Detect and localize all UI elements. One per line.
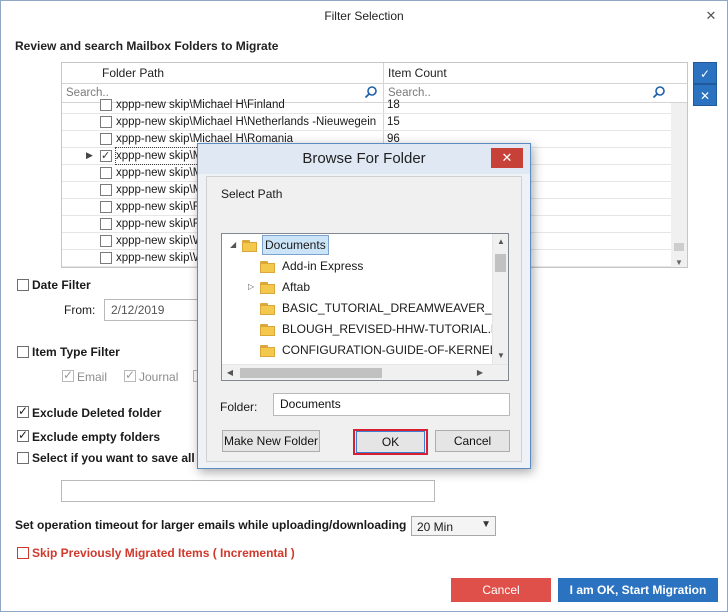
tree-item-label: CONFIGURATION-GUIDE-OF-KERNELM: [282, 343, 507, 357]
item-count-cell: 15: [387, 116, 400, 128]
date-filter-checkbox[interactable]: [17, 279, 29, 291]
column-header-folder-path[interactable]: Folder Path: [102, 63, 164, 83]
folder-icon: [242, 239, 257, 252]
item-count-cell: 18: [387, 99, 400, 111]
row-checkbox[interactable]: [100, 252, 112, 264]
scroll-left-arrow-icon[interactable]: ◀: [222, 365, 238, 380]
grid-scrollbar-thumb[interactable]: [674, 243, 684, 251]
collapse-arrow-icon[interactable]: ◢: [230, 240, 238, 250]
deselect-all-button[interactable]: ✕: [693, 84, 717, 106]
folder-icon: [260, 323, 275, 336]
start-migration-button[interactable]: I am OK, Start Migration: [558, 578, 718, 602]
select-all-button[interactable]: ✓: [693, 62, 717, 84]
tree-item[interactable]: Add-in Express: [222, 256, 492, 276]
row-checkbox[interactable]: [100, 201, 112, 213]
incremental-label: Skip Previously Migrated Items ( Increme…: [32, 546, 295, 560]
folder-icon: [260, 344, 275, 357]
tree-item-label: Documents: [262, 235, 329, 255]
dialog-body: Select Path ◢ Documents Add-in Express ▷ Aft…: [206, 176, 522, 462]
save-path-input[interactable]: [61, 480, 435, 502]
exclude-empty-checkbox[interactable]: [17, 428, 29, 442]
row-checkbox[interactable]: [100, 167, 112, 179]
row-checkbox[interactable]: [100, 218, 112, 230]
email-checkbox[interactable]: [62, 368, 74, 382]
make-new-folder-button[interactable]: Make New Folder: [222, 430, 320, 452]
save-all-data-label: Select if you want to save all dat: [32, 451, 217, 465]
scroll-down-arrow-icon[interactable]: ▼: [675, 258, 683, 267]
grid-scrollbar[interactable]: ▼: [671, 103, 687, 267]
exclude-empty-label: Exclude empty folders: [32, 430, 161, 444]
folder-path-cell: xppp-new skip\Michael H\Netherlands -Nie…: [116, 116, 377, 128]
timeout-label: Set operation timeout for larger emails …: [15, 518, 407, 532]
folder-tree: ◢ Documents Add-in Express ▷ Aftab BASIC_TUTO…: [221, 233, 509, 381]
window-title: Filter Selection: [324, 9, 404, 23]
folder-icon: [260, 260, 275, 273]
dialog-cancel-button[interactable]: Cancel: [435, 430, 510, 452]
current-row-arrow-icon: ▶: [86, 150, 93, 160]
folder-icon: [260, 281, 275, 294]
row-checkbox[interactable]: [100, 116, 112, 128]
column-header-item-count[interactable]: Item Count: [388, 63, 447, 83]
date-filter-label: Date Filter: [32, 278, 91, 292]
row-checkbox[interactable]: [100, 99, 112, 111]
folder-path-cell: xppp-new skip\Michael H\Finland: [116, 99, 285, 111]
chevron-down-icon: ▼: [481, 519, 491, 530]
save-all-data-checkbox[interactable]: [17, 452, 29, 464]
scroll-down-arrow-icon[interactable]: ▼: [493, 348, 508, 364]
expand-arrow-icon[interactable]: ▷: [248, 282, 256, 292]
row-checkbox[interactable]: [100, 133, 112, 145]
select-path-label: Select Path: [221, 187, 283, 201]
folder-input[interactable]: Documents: [273, 393, 510, 416]
from-date-input[interactable]: 2/12/2019: [104, 299, 198, 321]
email-label: Email: [77, 370, 108, 384]
exclude-deleted-checkbox[interactable]: [17, 404, 29, 418]
tree-item[interactable]: CONFIGURATION-GUIDE-OF-KERNELM: [222, 340, 506, 360]
table-row[interactable]: xppp-new skip\Michael H\Finland 18: [62, 97, 672, 114]
timeout-value: 20 Min: [417, 520, 454, 534]
tree-item-label: Aftab: [282, 280, 311, 294]
scroll-up-arrow-icon[interactable]: ▲: [493, 234, 508, 250]
tree-vertical-scrollbar[interactable]: ▲ ▼: [492, 234, 508, 364]
tree-hscroll-thumb[interactable]: [240, 368, 382, 378]
exclude-deleted-label: Exclude Deleted folder: [32, 406, 162, 420]
folder-label: Folder:: [220, 400, 258, 414]
incremental-checkbox[interactable]: [17, 547, 29, 559]
timeout-select[interactable]: 20 Min ▼: [411, 516, 496, 536]
dialog-title: Browse For Folder: [198, 144, 530, 174]
tree-item[interactable]: ▷ Aftab: [222, 277, 492, 297]
tree-item[interactable]: ◢ Documents: [222, 235, 492, 255]
tree-horizontal-scrollbar[interactable]: ◀ ▶: [222, 364, 508, 380]
row-checkbox[interactable]: [100, 184, 112, 196]
item-type-filter-label: Item Type Filter: [32, 345, 120, 359]
row-checkbox[interactable]: [100, 235, 112, 247]
tree-vscroll-thumb[interactable]: [495, 254, 506, 272]
tree-item-label: Add-in Express: [282, 259, 364, 273]
journal-label: Journal: [139, 370, 179, 384]
table-row[interactable]: xppp-new skip\Michael H\Netherlands -Nie…: [62, 114, 672, 131]
browse-for-folder-dialog: Browse For Folder ✕ Select Path ◢ Documen…: [197, 143, 531, 469]
ok-button[interactable]: OK: [356, 431, 425, 453]
close-icon[interactable]: ✕: [703, 8, 719, 24]
section-heading: Review and search Mailbox Folders to Mig…: [15, 39, 279, 53]
from-label: From:: [64, 303, 96, 317]
scroll-right-arrow-icon[interactable]: ▶: [472, 365, 488, 380]
row-checkbox[interactable]: [100, 149, 112, 162]
folder-icon: [260, 302, 275, 315]
cancel-button[interactable]: Cancel: [451, 578, 551, 602]
dialog-close-button[interactable]: ✕: [491, 148, 523, 168]
tree-item-label: BASIC_TUTORIAL_DREAMWEAVER_CS5.: [282, 301, 509, 315]
tree-item-label: BLOUGH_REVISED-HHW-TUTORIAL.PDI: [282, 322, 509, 336]
item-type-filter-checkbox[interactable]: [17, 346, 29, 358]
tree-item[interactable]: BLOUGH_REVISED-HHW-TUTORIAL.PDI: [222, 319, 508, 339]
tree-item[interactable]: BASIC_TUTORIAL_DREAMWEAVER_CS5.: [222, 298, 508, 318]
journal-checkbox[interactable]: [124, 368, 136, 382]
